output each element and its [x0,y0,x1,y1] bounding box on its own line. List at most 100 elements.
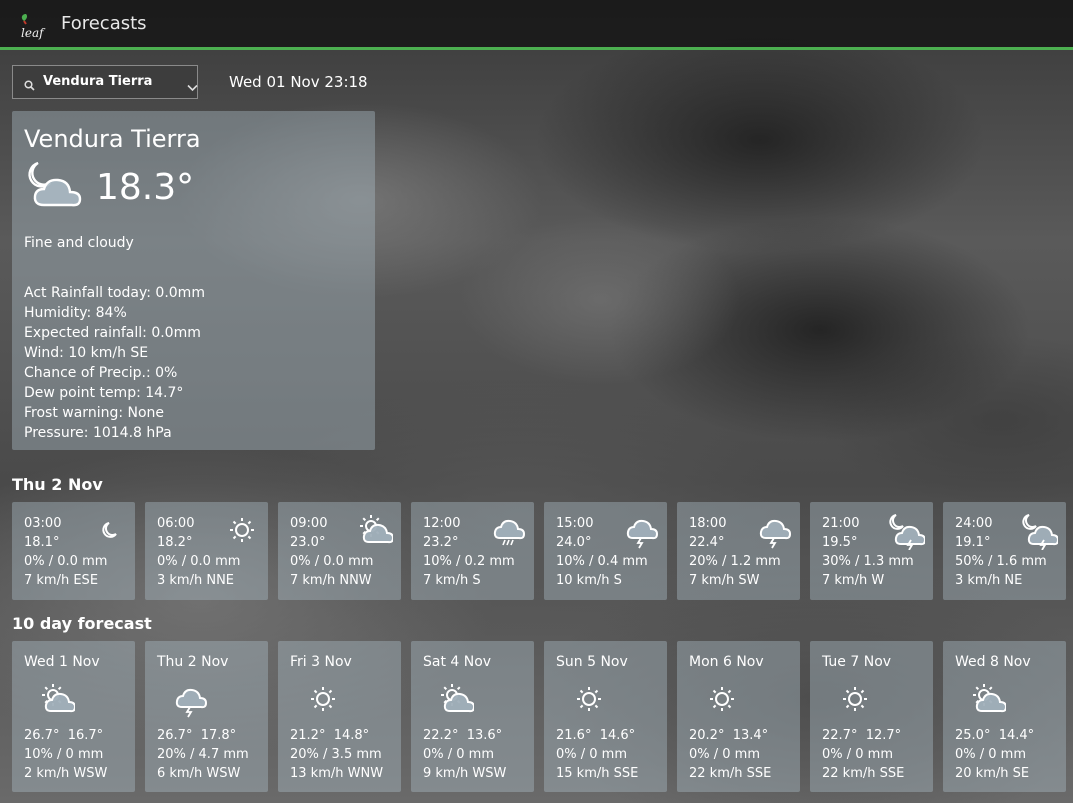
daily-card[interactable]: Sat 4 Nov 22.2° 13.6° 0% / 0 mm 9 km/h W… [411,641,534,792]
daily-rain: 10% / 0 mm [24,747,104,762]
detail-dew-point: Dew point temp: 14.7° [24,385,184,401]
sun-icon [689,683,755,723]
daily-temps: 25.0° 14.4° [955,728,1035,743]
hourly-card[interactable]: 06:00 18.2° 0% / 0.0 mm 3 km/h NNE [145,502,268,600]
detail-humidity: Humidity: 84% [24,305,127,321]
hourly-wind: 7 km/h SW [689,573,760,588]
hourly-rain: 0% / 0.0 mm [290,554,374,569]
current-city: Vendura Tierra [24,125,201,153]
daily-wind: 22 km/h SSE [822,766,905,781]
daily-card[interactable]: Sun 5 Nov 21.6° 14.6° 0% / 0 mm 15 km/h … [544,641,667,792]
daily-card[interactable]: Tue 7 Nov 22.7° 12.7° 0% / 0 mm 22 km/h … [810,641,933,792]
daily-wind: 9 km/h WSW [423,766,507,781]
chevron-down-icon [187,77,198,96]
storm-cloud-icon [157,683,223,723]
sun-cloud-icon [357,514,395,554]
current-conditions-card: Vendura Tierra 18.3° Fine and cloudy Act… [12,111,375,450]
daily-card-info: 22.2° 13.6° 0% / 0 mm 9 km/h WSW [423,726,506,783]
daily-wind: 13 km/h WNW [290,766,384,781]
detail-chance-precip: Chance of Precip.: 0% [24,365,178,381]
detail-wind: Wind: 10 km/h SE [24,345,149,361]
location-select[interactable]: Vendura Tierra [12,65,198,99]
daily-card-info: 20.2° 13.4° 0% / 0 mm 22 km/h SSE [689,726,771,783]
daily-card-info: 25.0° 14.4° 0% / 0 mm 20 km/h SE [955,726,1034,783]
current-description: Fine and cloudy [24,235,134,251]
hourly-wind: 3 km/h NE [955,573,1023,588]
daily-wind: 22 km/h SSE [689,766,772,781]
hourly-wind: 7 km/h S [423,573,481,588]
hourly-rain: 10% / 0.2 mm [423,554,515,569]
moon-storm-icon [889,514,927,554]
storm-cloud-icon [623,514,659,554]
daily-card-info: 21.2° 14.8° 20% / 3.5 mm 13 km/h WNW [290,726,383,783]
daily-day-name: Sun 5 Nov [556,654,628,670]
daily-temps: 21.6° 14.6° [556,728,636,743]
sun-cloud-icon [423,683,489,723]
daily-day-name: Mon 6 Nov [689,654,764,670]
hourly-card[interactable]: 18:00 22.4° 20% / 1.2 mm 7 km/h SW [677,502,800,600]
sun-cloud-icon [955,683,1021,723]
sun-icon [224,514,260,554]
daily-wind: 6 km/h WSW [157,766,241,781]
sun-icon [822,683,888,723]
detail-rainfall-today: Act Rainfall today: 0.0mm [24,285,205,301]
storm-cloud-icon [756,514,792,554]
hourly-rain: 20% / 1.2 mm [689,554,781,569]
daily-rain: 0% / 0 mm [423,747,494,762]
hourly-wind: 7 km/h NNW [290,573,372,588]
daily-day-name: Wed 1 Nov [24,654,100,670]
daily-card-info: 22.7° 12.7° 0% / 0 mm 22 km/h SSE [822,726,904,783]
daily-rain: 0% / 0 mm [689,747,760,762]
current-details: Act Rainfall today: 0.0mm Humidity: 84% … [24,283,205,443]
hourly-card[interactable]: 21:00 19.5° 30% / 1.3 mm 7 km/h W [810,502,933,600]
daily-temps: 22.7° 12.7° [822,728,902,743]
daily-day-name: Wed 8 Nov [955,654,1031,670]
sun-cloud-icon [24,683,90,723]
daily-card[interactable]: Wed 1 Nov 26.7° 16.7° 10% / 0 mm 2 km/h … [12,641,135,792]
daily-card-info: 26.7° 17.8° 20% / 4.7 mm 6 km/h WSW [157,726,249,783]
daily-temps: 20.2° 13.4° [689,728,769,743]
app-logo[interactable]: leaf [18,10,50,42]
hourly-card[interactable]: 03:00 18.1° 0% / 0.0 mm 7 km/h ESE [12,502,135,600]
moon-cloud-icon [24,161,96,215]
app-title: Forecasts [61,13,147,34]
current-datetime: Wed 01 Nov 23:18 [229,73,368,91]
daily-temps: 21.2° 14.8° [290,728,370,743]
daily-rain: 0% / 0 mm [955,747,1026,762]
hourly-wind: 7 km/h ESE [24,573,99,588]
daily-wind: 15 km/h SSE [556,766,639,781]
daily-temps: 26.7° 17.8° [157,728,237,743]
detail-expected-rainfall: Expected rainfall: 0.0mm [24,325,201,341]
detail-pressure: Pressure: 1014.8 hPa [24,425,172,441]
hourly-rain: 30% / 1.3 mm [822,554,914,569]
hourly-rain: 10% / 0.4 mm [556,554,648,569]
sun-icon [556,683,622,723]
daily-card[interactable]: Wed 8 Nov 25.0° 14.4° 0% / 0 mm 20 km/h … [943,641,1066,792]
daily-card[interactable]: Mon 6 Nov 20.2° 13.4° 0% / 0 mm 22 km/h … [677,641,800,792]
daily-wind: 20 km/h SE [955,766,1030,781]
daily-card[interactable]: Fri 3 Nov 21.2° 14.8° 20% / 3.5 mm 13 km… [278,641,401,792]
hourly-rain: 0% / 0.0 mm [24,554,108,569]
hourly-section-title: Thu 2 Nov [12,475,103,494]
daily-card-info: 26.7° 16.7° 10% / 0 mm 2 km/h WSW [24,726,107,783]
daily-rain: 0% / 0 mm [556,747,627,762]
hourly-card[interactable]: 09:00 23.0° 0% / 0.0 mm 7 km/h NNW [278,502,401,600]
svg-text:leaf: leaf [21,26,46,40]
daily-card-info: 21.6° 14.6° 0% / 0 mm 15 km/h SSE [556,726,638,783]
moon-storm-icon [1022,514,1060,554]
hourly-card[interactable]: 15:00 24.0° 10% / 0.4 mm 10 km/h S [544,502,667,600]
sun-icon [290,683,356,723]
search-icon [24,76,35,95]
hourly-rain: 50% / 1.6 mm [955,554,1047,569]
daily-day-name: Fri 3 Nov [290,654,352,670]
hourly-card[interactable]: 12:00 23.2° 10% / 0.2 mm 7 km/h S [411,502,534,600]
daily-wind: 2 km/h WSW [24,766,108,781]
daily-day-name: Thu 2 Nov [157,654,229,670]
daily-temps: 22.2° 13.6° [423,728,503,743]
current-temperature: 18.3° [96,167,195,208]
hourly-wind: 3 km/h NNE [157,573,235,588]
rain-cloud-icon [490,514,526,554]
daily-card[interactable]: Thu 2 Nov 26.7° 17.8° 20% / 4.7 mm 6 km/… [145,641,268,792]
daily-rain: 20% / 4.7 mm [157,747,249,762]
hourly-card[interactable]: 24:00 19.1° 50% / 1.6 mm 3 km/h NE [943,502,1066,600]
